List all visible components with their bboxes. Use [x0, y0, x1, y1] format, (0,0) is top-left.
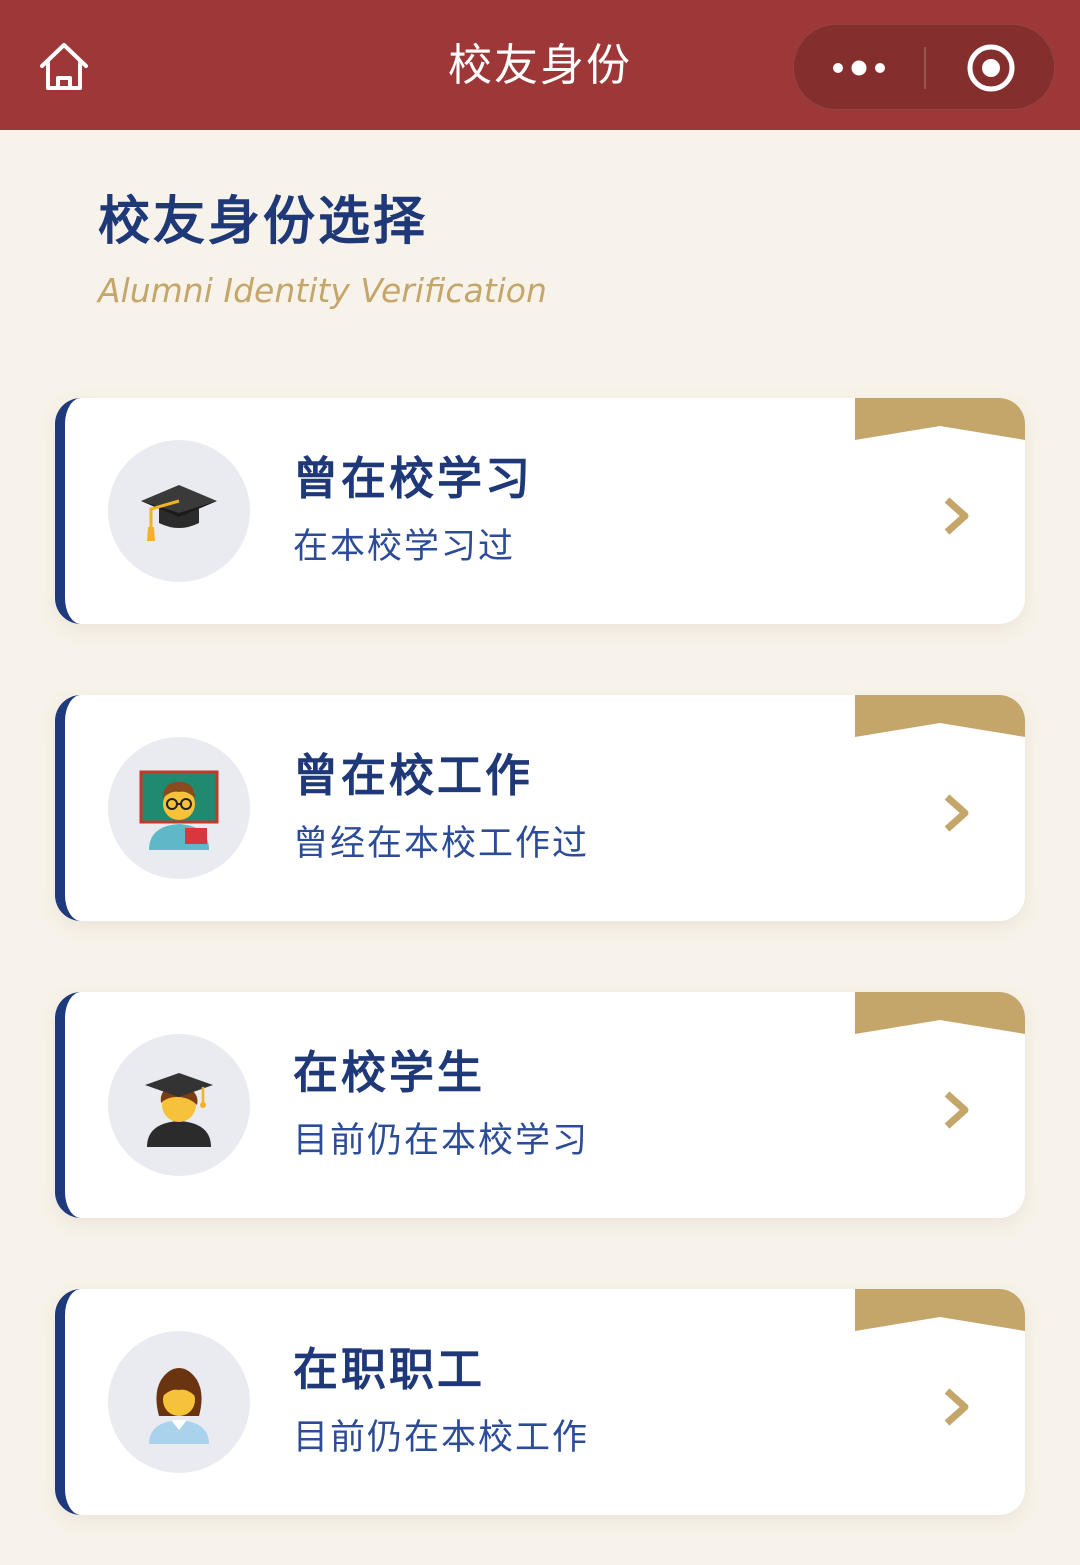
card-title: 曾在校学习: [293, 452, 534, 505]
card-title: 在校学生: [293, 1046, 486, 1099]
card-title: 曾在校工作: [293, 749, 534, 802]
card-description: 目前仍在本校工作: [293, 1418, 590, 1458]
close-button[interactable]: [926, 25, 1056, 111]
top-navigation-bar: 校友身份: [0, 0, 1080, 130]
mini-program-capsule: [793, 24, 1055, 110]
graduation-cap-icon: [141, 485, 217, 541]
office-worker-icon: [149, 1368, 209, 1444]
ribbon-decoration: [855, 695, 1025, 737]
avatar: [108, 737, 250, 879]
ribbon-decoration: [855, 992, 1025, 1034]
option-card-current-student[interactable]: 在校学生 目前仍在本校学习: [55, 992, 1025, 1218]
option-card-former-staff[interactable]: 曾在校工作 曾经在本校工作过: [55, 695, 1025, 921]
card-description: 在本校学习过: [293, 527, 516, 567]
page-title: 校友身份选择: [98, 192, 429, 252]
student-graduate-icon: [145, 1073, 213, 1147]
teacher-icon: [139, 770, 219, 850]
card-description: 目前仍在本校学习: [293, 1121, 590, 1161]
chevron-right-icon: [944, 1091, 969, 1129]
chevron-right-icon: [944, 1388, 969, 1426]
avatar: [108, 1331, 250, 1473]
chevron-right-icon: [944, 794, 969, 832]
ribbon-decoration: [855, 1289, 1025, 1331]
target-circle-icon: [967, 44, 1015, 92]
card-description: 曾经在本校工作过: [293, 824, 590, 864]
more-button[interactable]: [794, 25, 924, 111]
option-card-current-staff[interactable]: 在职职工 目前仍在本校工作: [55, 1289, 1025, 1515]
avatar: [108, 1034, 250, 1176]
more-dots-icon: [833, 60, 885, 76]
option-card-former-student[interactable]: 曾在校学习 在本校学习过: [55, 398, 1025, 624]
card-title: 在职职工: [293, 1343, 486, 1396]
page-subtitle: Alumni Identity Verification: [98, 271, 547, 310]
ribbon-decoration: [855, 398, 1025, 440]
avatar: [108, 440, 250, 582]
chevron-right-icon: [944, 497, 969, 535]
